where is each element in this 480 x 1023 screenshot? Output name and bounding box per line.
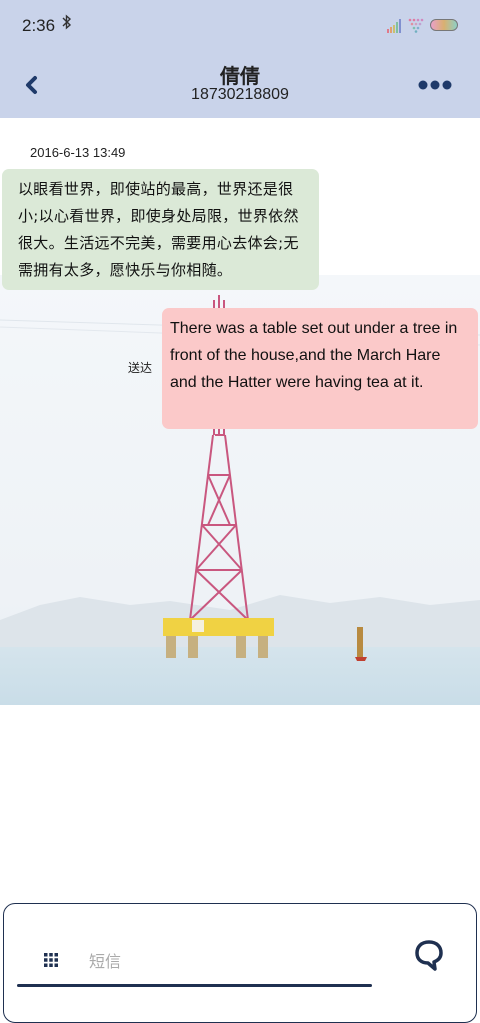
grid-icon[interactable] bbox=[44, 953, 58, 967]
incoming-message-bubble[interactable]: 以眼看世界，即使站的最高，世界还是很小;以心看世界，即使身处局限，世界依然很大。… bbox=[2, 169, 319, 290]
conversation-header: 倩倩 18730218809 bbox=[0, 52, 480, 118]
contact-name: 倩倩 bbox=[220, 64, 260, 88]
message-composer bbox=[3, 903, 477, 1023]
input-underline bbox=[17, 984, 372, 987]
wifi-icon bbox=[408, 18, 424, 33]
sms-input[interactable] bbox=[89, 948, 369, 974]
message-timestamp: 2016-6-13 13:49 bbox=[30, 145, 126, 160]
outgoing-message-bubble[interactable]: There was a table set out under a tree i… bbox=[162, 308, 478, 429]
status-time: 2:36 bbox=[22, 16, 56, 35]
delivery-status: 送达 bbox=[128, 361, 153, 375]
battery-icon bbox=[430, 19, 458, 31]
status-bar: 2:36 bbox=[0, 0, 480, 52]
more-dots-icon[interactable] bbox=[417, 76, 453, 94]
message-text: There was a table set out under a tree i… bbox=[170, 320, 458, 391]
signal-icon bbox=[387, 19, 401, 33]
message-text: 以眼看世界，即使站的最高，世界还是很小;以心看世界，即使身处局限，世界依然很大。… bbox=[18, 180, 299, 279]
bluetooth-icon bbox=[62, 14, 72, 34]
contact-phone: 18730218809 bbox=[191, 86, 289, 103]
chat-bubble-send-icon[interactable] bbox=[414, 939, 444, 973]
